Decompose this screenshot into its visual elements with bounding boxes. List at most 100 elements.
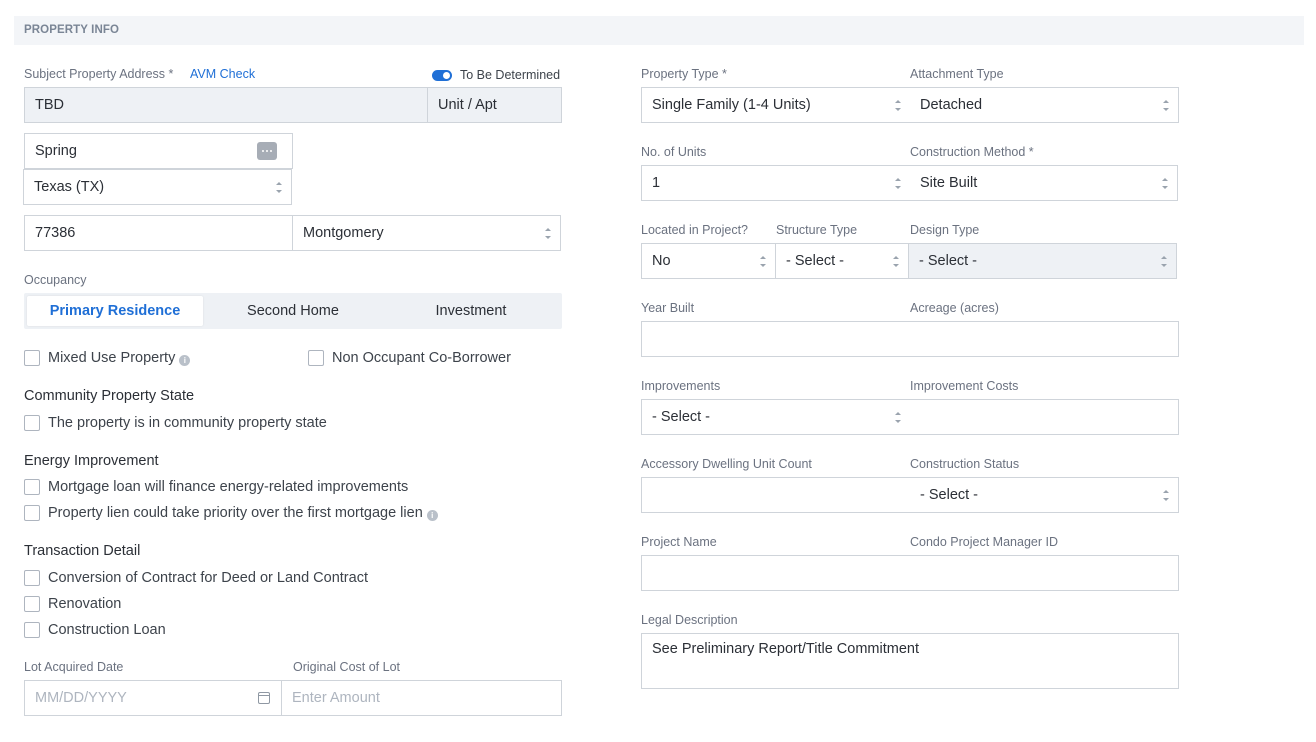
renovation-checkbox[interactable] <box>24 596 40 612</box>
chevron-updown-icon <box>1163 100 1169 111</box>
occupancy-segmented-control: Primary Residence Second Home Investment <box>24 293 562 329</box>
lot-cost-field[interactable]: Enter Amount <box>282 680 562 716</box>
energy-finance-checkbox[interactable] <box>24 479 40 495</box>
improvements-label: Improvements <box>641 379 721 393</box>
legal-description-label: Legal Description <box>641 613 738 627</box>
construction-method-label: Construction Method * <box>910 145 1034 159</box>
structure-type-value: - Select - <box>786 253 845 269</box>
construction-status-select[interactable]: - Select - <box>910 477 1179 513</box>
lot-date-placeholder: MM/DD/YYYY <box>35 690 127 706</box>
acreage-label: Acreage (acres) <box>910 301 999 315</box>
calendar-icon[interactable] <box>258 692 270 704</box>
project-name-field[interactable] <box>641 555 911 591</box>
construction-method-value: Site Built <box>920 175 978 191</box>
attachment-type-select[interactable]: Detached <box>910 87 1179 123</box>
construction-status-value: - Select - <box>920 487 979 503</box>
lot-cost-label: Original Cost of Lot <box>293 660 400 674</box>
units-value: 1 <box>652 175 661 191</box>
design-type-label: Design Type <box>910 223 980 237</box>
improvements-select[interactable]: - Select - <box>641 399 911 435</box>
unit-apt-value: Unit / Apt <box>438 97 497 113</box>
chevron-updown-icon <box>895 100 901 111</box>
chevron-updown-icon <box>276 182 282 193</box>
units-select[interactable]: 1 <box>641 165 911 201</box>
chevron-updown-icon <box>760 256 766 267</box>
energy-finance-label: Mortgage loan will finance energy-relate… <box>48 479 409 495</box>
construction-loan-label: Construction Loan <box>48 622 166 638</box>
legal-description-value: See Preliminary Report/Title Commitment <box>652 641 919 657</box>
occupancy-second-home[interactable]: Second Home <box>205 296 381 326</box>
chevron-updown-icon <box>895 412 901 423</box>
state-value: Texas (TX) <box>34 179 105 195</box>
more-options-icon[interactable] <box>257 142 277 160</box>
property-type-select[interactable]: Single Family (1-4 Units) <box>641 87 911 123</box>
design-type-value: - Select - <box>919 253 978 269</box>
lien-priority-checkbox[interactable] <box>24 505 40 521</box>
street-address-field[interactable]: TBD <box>24 87 428 123</box>
toggle-knob <box>443 72 450 79</box>
city-field[interactable]: Spring <box>24 133 293 169</box>
non-occupant-label: Non Occupant Co-Borrower <box>332 350 511 366</box>
mixed-use-text: Mixed Use Property <box>48 350 176 366</box>
transaction-title: Transaction Detail <box>24 543 141 559</box>
property-type-value: Single Family (1-4 Units) <box>652 97 811 113</box>
located-in-project-label: Located in Project? <box>641 223 749 237</box>
county-select[interactable]: Montgomery <box>293 215 561 251</box>
improvement-costs-field[interactable] <box>910 399 1179 435</box>
community-checkbox[interactable] <box>24 415 40 431</box>
occupancy-investment[interactable]: Investment <box>383 296 559 326</box>
improvement-costs-label: Improvement Costs <box>910 379 1019 393</box>
mixed-use-checkbox[interactable] <box>24 350 40 366</box>
lot-cost-placeholder: Enter Amount <box>292 690 380 706</box>
info-icon[interactable]: i <box>179 355 191 366</box>
occupancy-label: Occupancy <box>24 273 87 287</box>
county-value: Montgomery <box>303 225 384 241</box>
energy-title: Energy Improvement <box>24 453 159 469</box>
year-built-field[interactable] <box>641 321 911 357</box>
structure-type-label: Structure Type <box>776 223 858 237</box>
construction-method-select[interactable]: Site Built <box>910 165 1178 201</box>
info-icon[interactable]: i <box>426 510 438 521</box>
construction-loan-checkbox[interactable] <box>24 622 40 638</box>
lien-priority-text: Property lien could take priority over t… <box>48 505 423 521</box>
chevron-updown-icon <box>545 228 551 239</box>
chevron-updown-icon <box>895 178 901 189</box>
conversion-checkbox[interactable] <box>24 570 40 586</box>
unit-apt-field[interactable]: Unit / Apt <box>427 87 562 123</box>
adu-count-label: Accessory Dwelling Unit Count <box>641 457 812 471</box>
non-occupant-checkbox[interactable] <box>308 350 324 366</box>
condo-id-field[interactable] <box>910 555 1179 591</box>
adu-count-field[interactable] <box>641 477 911 513</box>
state-select[interactable]: Texas (TX) <box>23 169 292 205</box>
community-title: Community Property State <box>24 388 195 404</box>
section-header: PROPERTY INFO <box>14 16 1304 45</box>
lot-date-field[interactable]: MM/DD/YYYY <box>24 680 282 716</box>
attachment-type-label: Attachment Type <box>910 67 1004 81</box>
design-type-select[interactable]: - Select - <box>908 243 1177 279</box>
mixed-use-label: Mixed Use Property i <box>48 350 191 366</box>
avm-check-link[interactable]: AVM Check <box>190 67 255 81</box>
chevron-updown-icon <box>1163 490 1169 501</box>
project-name-label: Project Name <box>641 535 717 549</box>
acreage-field[interactable] <box>910 321 1179 357</box>
section-title: PROPERTY INFO <box>24 24 120 36</box>
lot-date-label: Lot Acquired Date <box>24 660 124 674</box>
occupancy-primary-residence[interactable]: Primary Residence <box>27 296 203 326</box>
renovation-label: Renovation <box>48 596 122 612</box>
located-in-project-select[interactable]: No <box>641 243 776 279</box>
conversion-label: Conversion of Contract for Deed or Land … <box>48 570 368 586</box>
construction-status-label: Construction Status <box>910 457 1020 471</box>
city-value: Spring <box>35 143 77 159</box>
chevron-updown-icon <box>893 256 899 267</box>
tbd-toggle[interactable] <box>432 70 452 81</box>
tbd-label: To Be Determined <box>460 68 561 82</box>
attachment-type-value: Detached <box>920 97 983 113</box>
legal-description-textarea[interactable]: See Preliminary Report/Title Commitment <box>641 633 1179 689</box>
structure-type-select[interactable]: - Select - <box>776 243 909 279</box>
chevron-updown-icon <box>1162 178 1168 189</box>
improvements-value: - Select - <box>652 409 711 425</box>
lien-priority-label: Property lien could take priority over t… <box>48 505 438 521</box>
units-label: No. of Units <box>641 145 707 159</box>
zip-field[interactable]: 77386 <box>24 215 293 251</box>
community-label: The property is in community property st… <box>48 415 327 431</box>
